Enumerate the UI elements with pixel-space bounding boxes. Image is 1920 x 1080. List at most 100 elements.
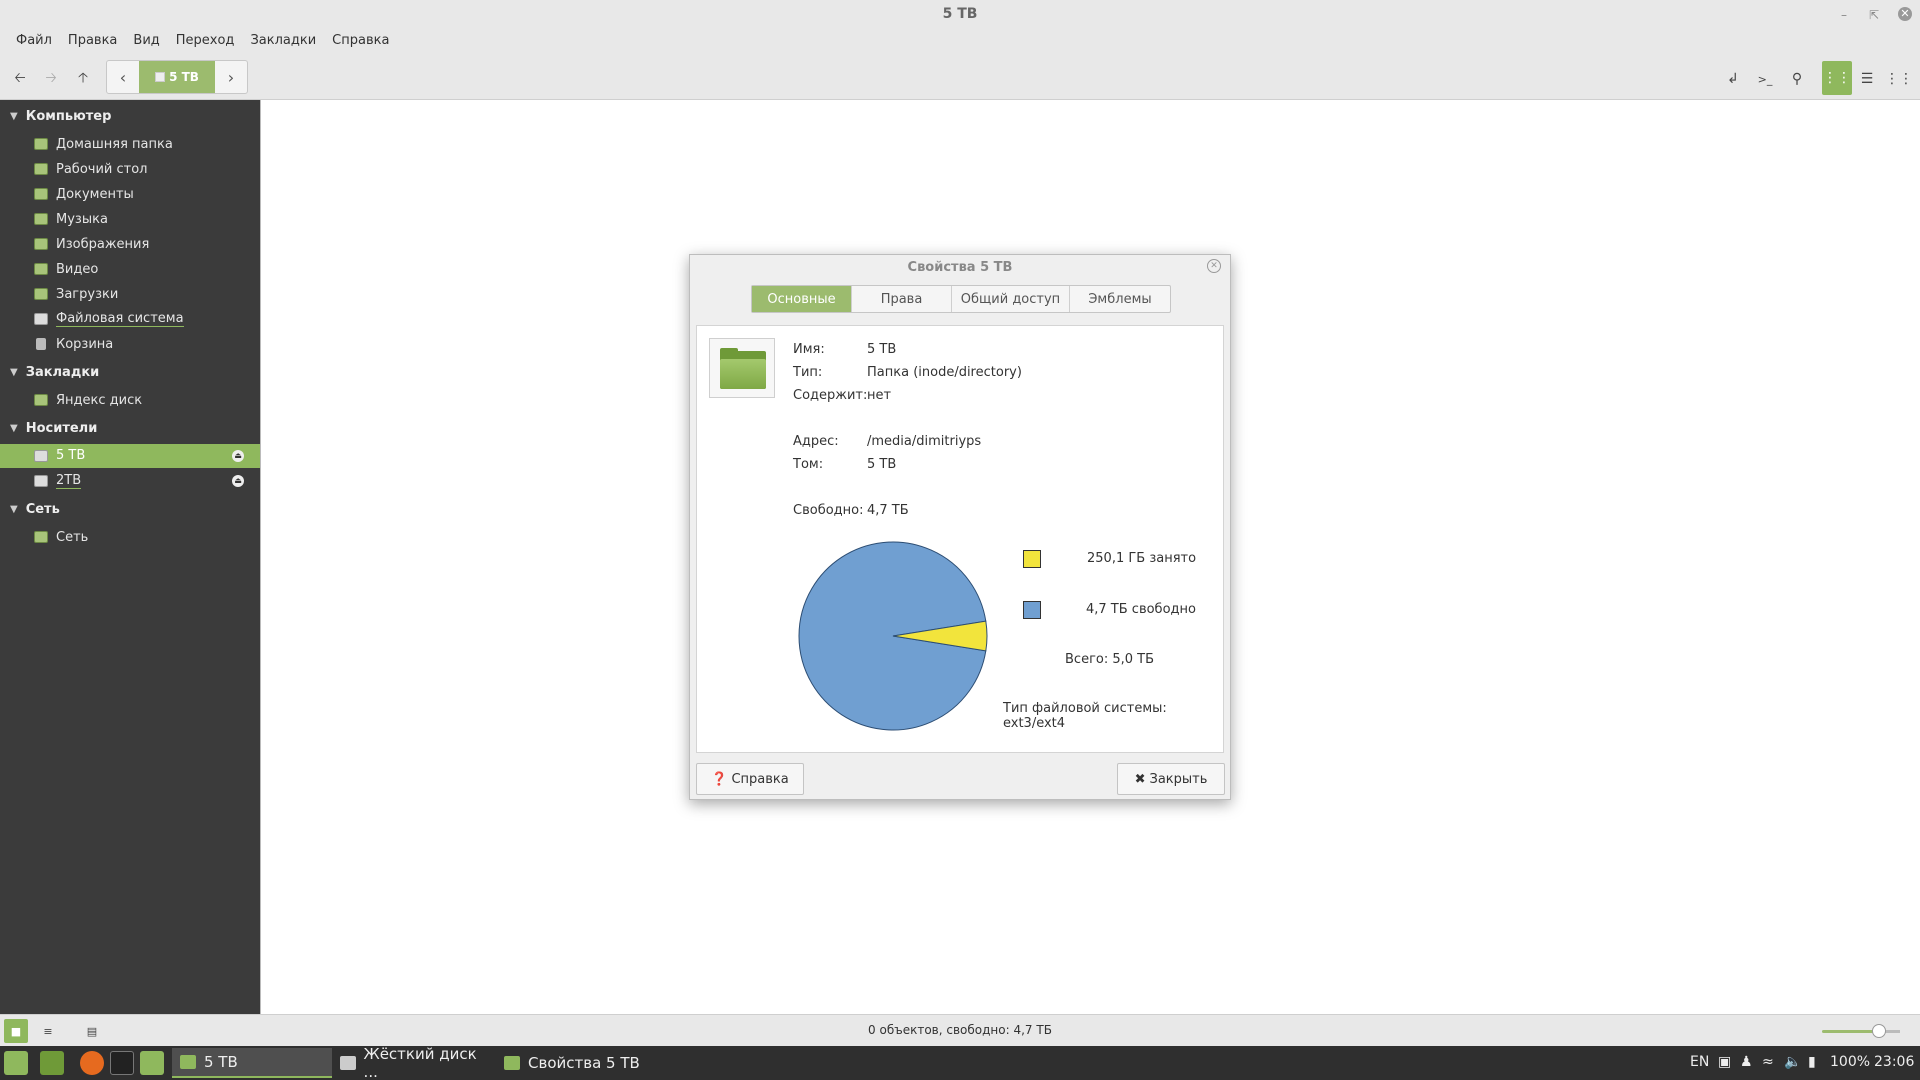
sidebar-item-network[interactable]: Сеть: [0, 525, 260, 549]
type-label: Тип:: [793, 365, 823, 380]
close-window-icon[interactable]: ✕: [1898, 7, 1912, 21]
restore-icon[interactable]: ⇱: [1864, 5, 1884, 25]
sidebar-item-label: Загрузки: [56, 286, 119, 302]
zoom-slider-handle[interactable]: [1872, 1024, 1886, 1038]
sidebar-item-5tb[interactable]: 5 ТВ ⏏: [0, 444, 260, 468]
expand-icon: ▼: [10, 503, 18, 515]
menu-icon[interactable]: [4, 1051, 28, 1075]
drive-icon: [34, 450, 48, 462]
expand-icon: ▼: [10, 422, 18, 434]
wifi-icon[interactable]: ≈: [1762, 1054, 1774, 1070]
bookmark-folder-icon: [34, 394, 48, 406]
free-legend-swatch: [1023, 601, 1041, 619]
contains-label: Содержит:: [793, 388, 868, 403]
tab-permissions[interactable]: Права: [852, 286, 952, 312]
sidebar-item-trash[interactable]: Корзина: [0, 332, 260, 356]
sidebar-item-label: 5 ТВ: [56, 448, 86, 464]
forward-icon[interactable]: 🡢: [38, 66, 64, 92]
eject-icon[interactable]: ⏏: [232, 475, 244, 487]
sidebar-item-downloads[interactable]: Загрузки: [0, 282, 260, 306]
disk-app-icon: [340, 1056, 356, 1070]
compact-view-icon[interactable]: ⋮⋮: [1885, 66, 1913, 92]
status-text: 0 объектов, свободно: 4,7 ТБ: [868, 1023, 1052, 1037]
folder-icon: [504, 1056, 520, 1070]
eject-icon[interactable]: ⏏: [232, 450, 244, 462]
sidebar-item-home[interactable]: Домашняя папка: [0, 132, 260, 156]
minimize-icon[interactable]: –: [1834, 5, 1854, 25]
usage-pie-chart: [798, 541, 988, 731]
files-launcher-icon[interactable]: [140, 1051, 164, 1075]
back-icon[interactable]: 🡠: [7, 66, 33, 92]
keyboard-layout[interactable]: EN: [1690, 1054, 1709, 1070]
free-value: 4,7 ТБ: [867, 503, 909, 518]
icon-view-icon[interactable]: ⋮⋮: [1822, 61, 1852, 95]
task-5tb[interactable]: 5 ТВ: [172, 1048, 332, 1078]
help-icon: ❓: [711, 771, 728, 787]
tab-sharing[interactable]: Общий доступ: [952, 286, 1070, 312]
menubar: Файл Правка Вид Переход Закладки Справка: [0, 30, 1920, 60]
sidebar-item-desktop[interactable]: Рабочий стол: [0, 157, 260, 181]
tab-basic[interactable]: Основные: [752, 286, 852, 312]
sidebar-item-filesystem[interactable]: Файловая система: [0, 307, 260, 331]
menu-file[interactable]: Файл: [8, 30, 60, 60]
sidebar-item-yandex-disk[interactable]: Яндекс диск: [0, 388, 260, 412]
menu-bookmarks[interactable]: Закладки: [242, 30, 324, 60]
zoom-slider-rest[interactable]: [1884, 1030, 1900, 1033]
sidebar-item-music[interactable]: Музыка: [0, 207, 260, 231]
folder-icon-box[interactable]: [709, 338, 775, 398]
sidebar-item-label: Видео: [56, 261, 99, 277]
dialog-close-icon[interactable]: ✕: [1207, 259, 1221, 273]
menu-go[interactable]: Переход: [168, 30, 243, 60]
music-folder-icon: [34, 213, 48, 225]
update-icon[interactable]: ▣: [1718, 1054, 1731, 1070]
menu-view[interactable]: Вид: [125, 30, 167, 60]
window-titlebar: 5 ТВ – ⇱ ✕: [0, 0, 1920, 30]
section-label: Компьютер: [25, 108, 112, 124]
close-button[interactable]: ✖ Закрыть: [1117, 763, 1225, 795]
sidebar-section-network[interactable]: ▼ Сеть: [10, 499, 60, 519]
show-desktop-icon[interactable]: [40, 1051, 64, 1075]
sidebar-section-computer[interactable]: ▼ Компьютер: [10, 106, 111, 126]
sidebar-item-2tb[interactable]: 2ТВ ⏏: [0, 469, 260, 493]
free-legend-label: 4,7 ТБ свободно: [1086, 602, 1196, 617]
folder-front: [720, 359, 766, 389]
terminal-launcher-icon[interactable]: [110, 1051, 134, 1075]
sidebar-section-devices[interactable]: ▼ Носители: [10, 418, 97, 438]
menu-help[interactable]: Справка: [324, 30, 397, 60]
videos-folder-icon: [34, 263, 48, 275]
network-icon: [34, 531, 48, 543]
sidebar-item-label: Файловая система: [56, 311, 184, 327]
sidebar-item-pictures[interactable]: Изображения: [0, 232, 260, 256]
downloads-folder-icon: [34, 288, 48, 300]
task-label: Жёсткий диск ...: [363, 1045, 477, 1080]
search-icon[interactable]: ⚲: [1784, 66, 1810, 92]
help-button[interactable]: ❓ Справка: [696, 763, 804, 795]
clock[interactable]: 23:06: [1874, 1054, 1914, 1070]
sidebar-item-documents[interactable]: Документы: [0, 182, 260, 206]
tab-emblems[interactable]: Эмблемы: [1070, 286, 1170, 312]
task-label: Свойства 5 ТВ: [528, 1054, 640, 1072]
total-size: Всего: 5,0 ТБ: [1065, 652, 1155, 667]
list-view-icon[interactable]: ☰: [1854, 66, 1880, 92]
task-properties[interactable]: Свойства 5 ТВ: [496, 1048, 666, 1078]
user-icon[interactable]: ♟: [1740, 1054, 1753, 1070]
statusbar: ■ ≡ ▤ 0 объектов, свободно: 4,7 ТБ: [0, 1014, 1920, 1046]
task-disk[interactable]: Жёсткий диск ...: [332, 1045, 492, 1080]
address-label: Адрес:: [793, 434, 839, 449]
firefox-icon[interactable]: [80, 1051, 104, 1075]
breadcrumb-current[interactable]: 5 ТВ: [139, 61, 215, 93]
sidebar: ▼ Компьютер Домашняя папка Рабочий стол Д…: [0, 100, 260, 1014]
battery-icon[interactable]: ▮: [1808, 1054, 1816, 1070]
breadcrumb-left-icon[interactable]: ‹: [107, 61, 139, 93]
location-toggle-icon[interactable]: ↲: [1720, 66, 1746, 92]
up-icon[interactable]: 🡡: [70, 66, 96, 92]
drive-icon: [155, 72, 166, 82]
sidebar-section-bookmarks[interactable]: ▼ Закладки: [10, 362, 99, 382]
sidebar-item-videos[interactable]: Видео: [0, 257, 260, 281]
terminal-icon[interactable]: >_: [1752, 66, 1778, 92]
desktop-icon: [34, 163, 48, 175]
breadcrumb-right-icon[interactable]: ›: [215, 61, 247, 93]
volume-icon[interactable]: 🔈: [1784, 1054, 1801, 1070]
menu-edit[interactable]: Правка: [60, 30, 125, 60]
sidebar-item-label: Музыка: [56, 211, 108, 227]
